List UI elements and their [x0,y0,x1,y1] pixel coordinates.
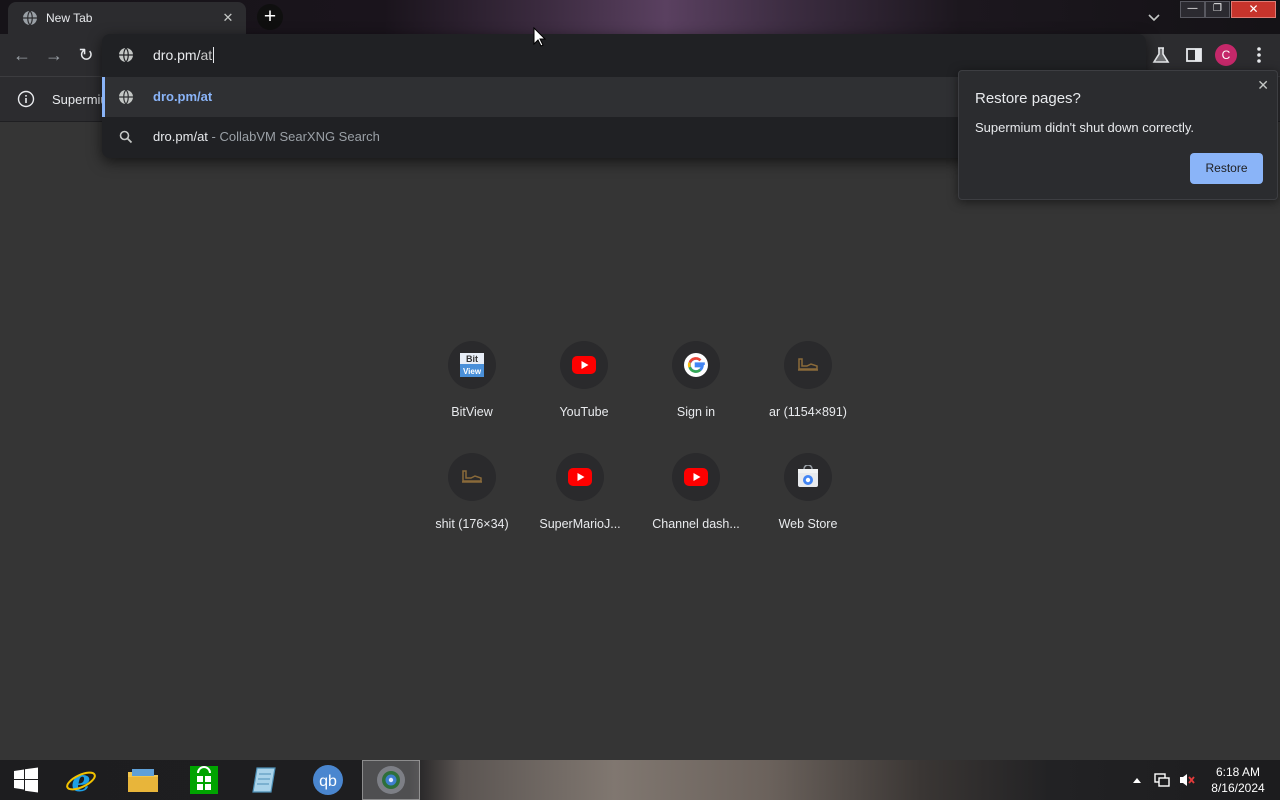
taskbar: e qb [0,760,1280,800]
shortcut-label: YouTube [559,405,609,419]
shortcut-tile: Bit View [448,341,496,389]
youtube-icon [572,356,596,374]
shortcut-tile [784,453,832,501]
shortcut-tile [556,453,604,501]
supermium-icon [377,766,405,794]
file-explorer-icon [128,769,158,792]
tab-title: New Tab [46,11,93,25]
minimize-button[interactable]: — [1180,1,1205,18]
menu-kebab-icon[interactable] [1248,44,1270,66]
shortcut-label: Sign in [676,405,716,419]
labs-flask-icon[interactable] [1150,44,1172,66]
typed-text: dro.pm/ [153,47,201,63]
side-panel-icon[interactable] [1183,44,1205,66]
globe-icon [119,89,133,105]
restore-button[interactable]: Restore [1190,153,1263,184]
svg-text:Bit: Bit [466,354,478,364]
new-tab-button[interactable]: + [257,4,283,30]
forward-button[interactable]: → [43,44,65,66]
internet-explorer-icon: e [66,764,96,797]
shortcut-web-store[interactable]: Web Store [752,453,864,557]
svg-text:View: View [463,367,482,376]
window-close-button[interactable]: ✕ [1231,1,1276,18]
shortcut-ar-image[interactable]: ar (1154×891) [752,341,864,445]
volume-tray-button[interactable] [1176,760,1198,800]
notes-icon [252,767,276,793]
shortcut-bitview[interactable]: Bit View BitView [416,341,528,445]
shortcut-label: BitView [451,405,493,419]
info-icon [17,90,35,108]
shortcut-shit-image[interactable]: shit (176×34) [416,453,528,557]
image-icon [462,470,482,483]
suggestion-query: dro.pm/at [153,129,208,144]
chevron-up-icon [1133,778,1141,783]
shortcut-sign-in[interactable]: Sign in [640,341,752,445]
dialog-message: Supermium didn't shut down correctly. [975,120,1195,135]
mouse-cursor-icon [533,27,547,47]
reload-button[interactable]: ↻ [75,44,97,66]
show-hidden-icons-button[interactable] [1130,760,1144,800]
taskbar-clock[interactable]: 6:18 AM 8/16/2024 [1200,764,1276,796]
info-bar-text: Supermiu [52,92,108,107]
shortcut-label: Channel dash... [652,517,740,531]
start-button[interactable] [0,760,52,800]
clock-date: 8/16/2024 [1211,781,1265,795]
shortcut-tile [672,453,720,501]
clock-time: 6:18 AM [1215,765,1261,779]
shortcut-label: shit (176×34) [435,517,509,531]
shortcut-label: ar (1154×891) [769,405,847,419]
back-button[interactable]: ← [11,44,33,66]
store-icon [190,766,218,794]
shortcut-tile [672,341,720,389]
tab-close-icon[interactable]: ✕ [220,10,236,26]
close-icon[interactable]: ✕ [1257,77,1269,94]
taskbar-notes-app[interactable] [239,760,291,800]
shortcut-label: Web Store [778,517,838,531]
volume-muted-icon [1180,774,1195,786]
suggestion-text: dro.pm/at - CollabVM SearXNG Search [153,129,380,144]
taskbar-supermium[interactable] [362,760,420,800]
google-icon [684,353,708,377]
shortcut-tile [448,453,496,501]
profile-avatar[interactable]: C [1215,44,1237,66]
network-icon [1154,773,1170,787]
svg-text:qb: qb [319,773,337,790]
search-icon [119,130,133,144]
shortcut-channel-dashboard[interactable]: Channel dash... [640,453,752,557]
youtube-icon [568,468,592,486]
suggestion-description: - CollabVM SearXNG Search [207,129,380,144]
address-input[interactable]: dro.pm/at [153,47,215,63]
start-icon [14,767,38,793]
shortcut-tile [784,341,832,389]
globe-icon [23,10,37,26]
taskbar-file-explorer[interactable] [117,760,169,800]
taskbar-internet-explorer[interactable]: e [55,760,107,800]
svg-text:e: e [71,764,90,797]
webstore-icon [798,465,818,487]
taskbar-qbittorrent[interactable]: qb [302,760,354,800]
taskbar-store[interactable] [178,760,230,800]
suggestion-text: dro.pm/at [153,89,213,104]
shortcut-youtube[interactable]: YouTube [528,341,640,445]
maximize-button[interactable]: ❐ [1205,1,1230,18]
autocomplete-text: at [200,47,213,63]
tab-new-tab[interactable]: New Tab ✕ [8,2,246,34]
bitview-icon: Bit View [460,353,484,377]
restore-pages-dialog: ✕ Restore pages? Supermium didn't shut d… [958,70,1278,200]
shortcut-label: SuperMarioJ... [539,517,621,531]
image-icon [798,358,818,371]
tab-search-chevron-icon[interactable] [1146,9,1162,25]
shortcut-supermarioj[interactable]: SuperMarioJ... [524,453,636,557]
text-caret [213,47,215,63]
shortcut-tile [560,341,608,389]
qbittorrent-icon: qb [313,765,343,795]
dialog-title: Restore pages? [975,90,1081,107]
tab-strip: New Tab ✕ + — ❐ ✕ [0,0,1280,34]
globe-icon [119,47,133,63]
network-tray-button[interactable] [1151,760,1173,800]
youtube-icon [684,468,708,486]
